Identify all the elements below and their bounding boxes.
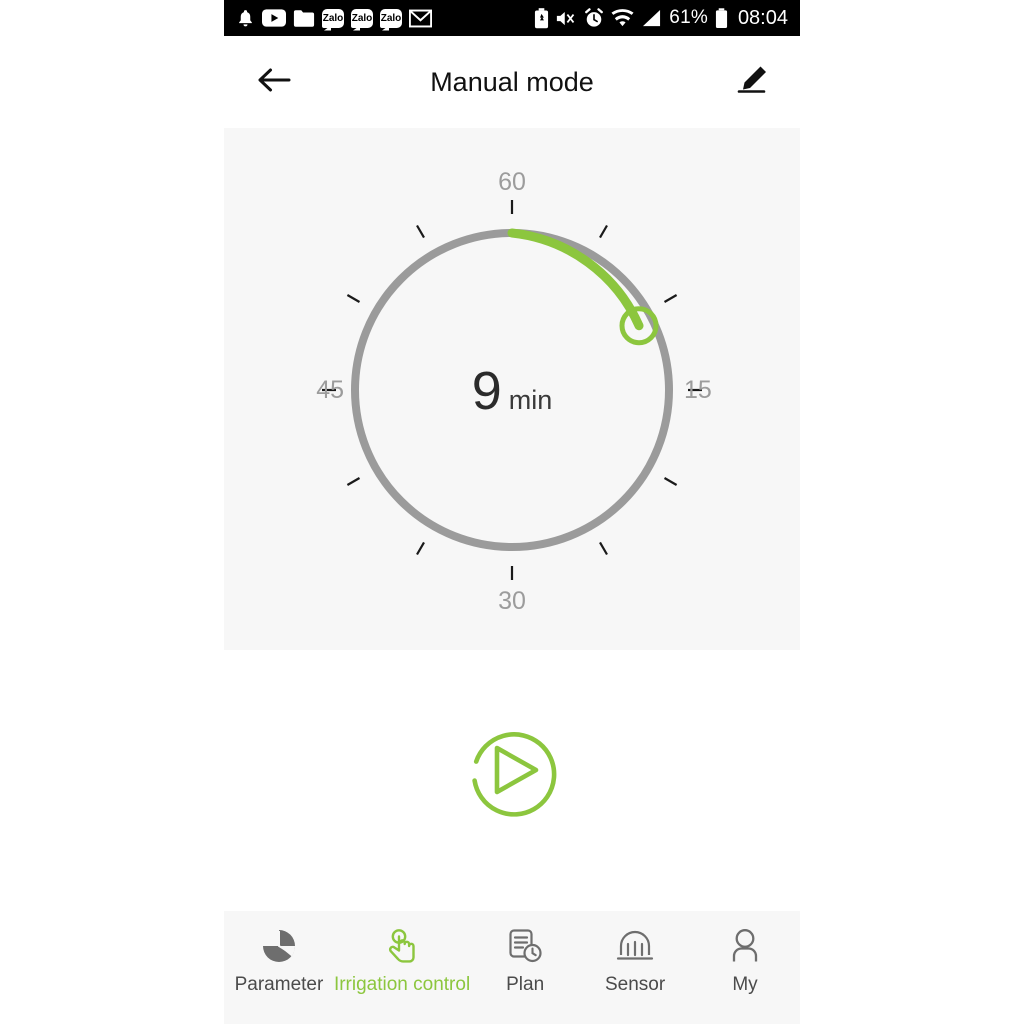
alarm-icon xyxy=(584,8,604,28)
status-bar-left-icons: Zalo Zalo Zalo xyxy=(236,8,432,28)
bottom-navigation: Parameter Irrigation control Plan Sensor… xyxy=(224,911,800,1024)
nav-label-my: My xyxy=(732,974,758,995)
zalo-icon-label: Zalo xyxy=(351,12,373,24)
hand-tap-icon xyxy=(384,927,420,965)
app-header: Manual mode xyxy=(224,36,800,128)
zalo-icon: Zalo xyxy=(322,8,344,28)
mute-vibrate-icon xyxy=(556,9,577,28)
zalo-icon: Zalo xyxy=(351,8,373,28)
play-circle-icon xyxy=(472,732,557,817)
status-bar-clock: 08:04 xyxy=(737,6,788,29)
wifi-icon xyxy=(611,9,634,27)
arrow-left-icon xyxy=(257,66,291,99)
nav-item-plan[interactable]: Plan xyxy=(470,927,580,996)
nav-label-plan: Plan xyxy=(506,974,545,995)
dial-value-readout: 9 min xyxy=(224,360,800,422)
nav-label-sensor: Sensor xyxy=(604,974,666,995)
zalo-icon-label: Zalo xyxy=(380,12,402,24)
document-clock-icon xyxy=(507,927,543,965)
start-irrigation-area xyxy=(224,718,800,822)
battery-saver-icon xyxy=(534,7,549,29)
zalo-icon-label: Zalo xyxy=(322,12,344,24)
sensor-dome-icon xyxy=(616,927,654,965)
person-icon xyxy=(729,927,761,965)
battery-percent-label: 61% xyxy=(669,7,708,28)
nav-label-irrigation-control: Irrigation control xyxy=(333,974,471,995)
battery-icon xyxy=(715,7,728,29)
dial-value-number: 9 xyxy=(471,361,502,421)
page-title: Manual mode xyxy=(430,66,594,97)
timer-dial-panel: 60 30 45 15 9 min xyxy=(224,128,800,650)
phone-screen: Zalo Zalo Zalo 61% 08:04 Manual mode 60 … xyxy=(224,0,800,1024)
nav-item-my[interactable]: My xyxy=(690,927,800,996)
mail-icon xyxy=(409,9,432,28)
youtube-icon xyxy=(262,9,286,27)
back-button[interactable] xyxy=(252,60,296,104)
signal-icon xyxy=(641,9,662,28)
pie-chart-icon xyxy=(261,927,297,965)
folder-icon xyxy=(293,9,315,28)
status-bar-right-icons: 61% 08:04 xyxy=(534,7,788,30)
zalo-icon: Zalo xyxy=(380,8,402,28)
nav-label-parameter: Parameter xyxy=(234,974,324,995)
nav-item-sensor[interactable]: Sensor xyxy=(580,927,690,996)
nav-item-parameter[interactable]: Parameter xyxy=(224,927,334,996)
pencil-edit-icon xyxy=(734,63,770,102)
dial-label-bottom: 30 xyxy=(498,587,526,615)
edit-button[interactable] xyxy=(730,60,774,104)
dial-value-unit: min xyxy=(508,385,553,415)
play-button[interactable] xyxy=(460,718,564,822)
nav-item-irrigation-control[interactable]: Irrigation control xyxy=(334,927,470,996)
bell-icon xyxy=(236,8,255,28)
dial-label-top: 60 xyxy=(498,168,526,196)
status-bar: Zalo Zalo Zalo 61% 08:04 xyxy=(224,0,800,36)
